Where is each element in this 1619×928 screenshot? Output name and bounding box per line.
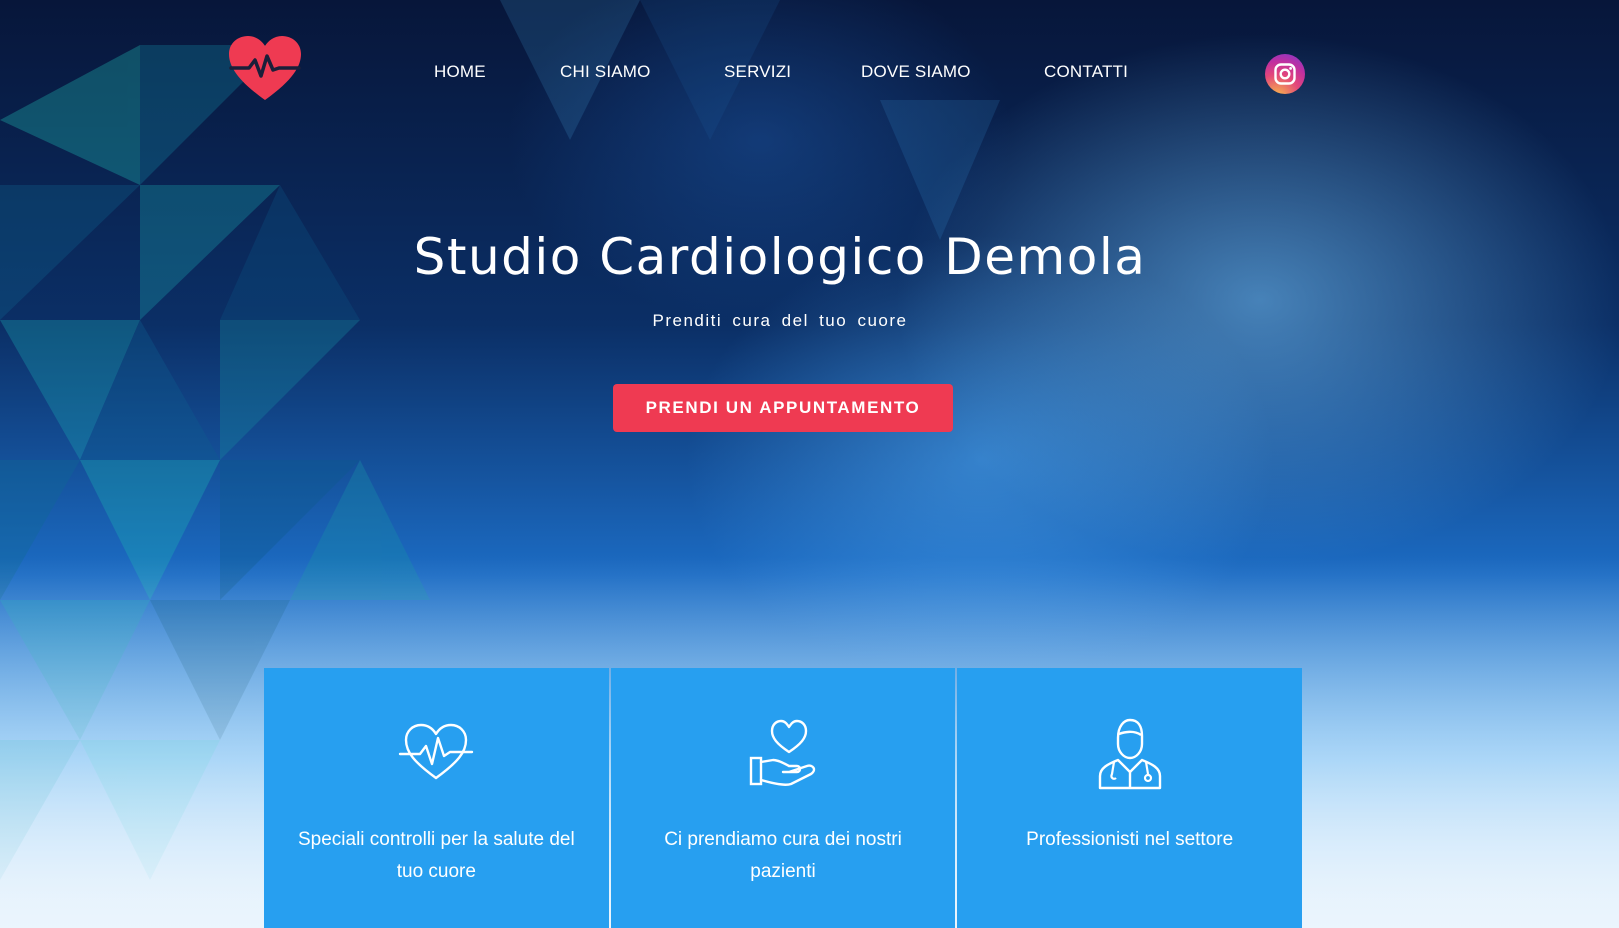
instagram-icon[interactable] (1265, 54, 1305, 94)
feature-card: Speciali controlli per la salute del tuo… (264, 668, 609, 928)
nav-item-chi-siamo[interactable]: CHI SIAMO (560, 62, 651, 82)
heart-rate-icon (398, 716, 474, 792)
feature-cards: Speciali controlli per la salute del tuo… (264, 668, 1303, 928)
nav-item-dove-siamo[interactable]: DOVE SIAMO (861, 62, 971, 82)
heart-pulse-icon[interactable] (227, 34, 303, 102)
feature-card-text: Speciali controlli per la salute del tuo… (297, 829, 575, 882)
doctor-icon (1092, 716, 1168, 792)
hand-heart-icon (745, 716, 821, 792)
book-appointment-button[interactable]: PRENDI UN APPUNTAMENTO (613, 384, 953, 432)
feature-card-text: Professionisti nel settore (1026, 829, 1234, 850)
feature-card-text: Ci prendiamo cura dei nostri pazienti (664, 829, 902, 882)
feature-card: Ci prendiamo cura dei nostri pazienti (610, 668, 956, 928)
nav-item-home[interactable]: HOME (434, 62, 486, 82)
hero-subtitle: Prenditi cura del tuo cuore (652, 311, 908, 330)
nav-item-servizi[interactable]: SERVIZI (724, 62, 791, 82)
hero-title: Studio Cardiologico Demola (413, 228, 1147, 286)
nav-item-contatti[interactable]: CONTATTI (1044, 62, 1128, 82)
feature-card: Professionisti nel settore (957, 668, 1303, 928)
